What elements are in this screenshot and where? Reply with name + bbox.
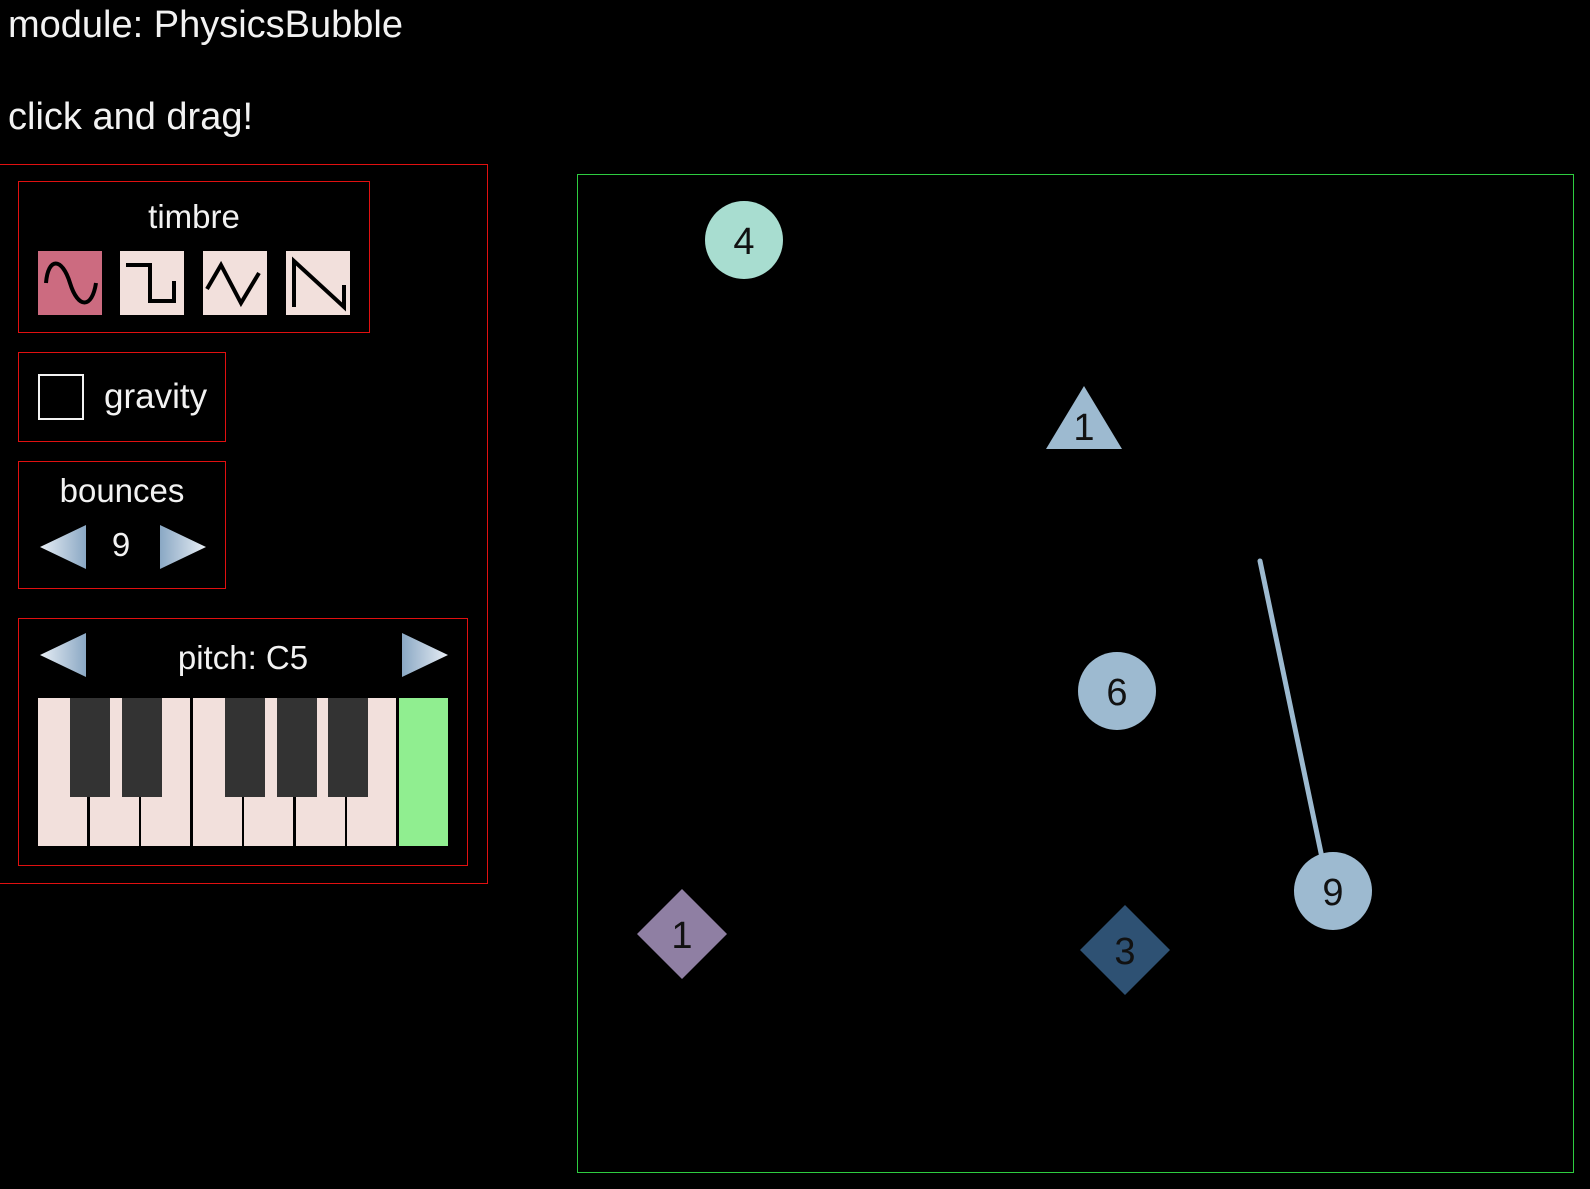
instruction-hint: click and drag! <box>8 96 254 138</box>
pitch-increment-button[interactable] <box>400 631 450 679</box>
piano-black-key[interactable] <box>225 698 265 797</box>
pitch-selector: pitch: C5 <box>18 618 468 866</box>
timbre-selector: timbre <box>18 181 370 333</box>
bubble-label: 1 <box>671 915 692 957</box>
arrow-right-icon <box>402 633 448 677</box>
piano-black-key[interactable] <box>122 698 162 797</box>
piano-white-key-active[interactable] <box>399 698 448 846</box>
pitch-label: pitch: C5 <box>177 639 309 676</box>
gravity-checkbox[interactable] <box>38 374 84 420</box>
piano-black-key[interactable] <box>328 698 368 797</box>
arrow-right-icon <box>160 525 206 569</box>
physics-arena[interactable]: 4 1 6 9 1 3 <box>577 174 1574 1173</box>
bubble-label: 4 <box>733 221 754 263</box>
bounces-decrement-button[interactable] <box>38 523 88 571</box>
bubble-label: 6 <box>1106 672 1127 714</box>
bubble-triangle[interactable]: 1 <box>1046 386 1122 449</box>
bounces-stepper: bounces 9 <box>18 461 226 589</box>
sine-wave-button[interactable] <box>38 251 102 315</box>
bubble-label: 3 <box>1114 931 1135 973</box>
piano-black-key[interactable] <box>277 698 317 797</box>
bubble-diamond[interactable]: 3 <box>1080 905 1170 995</box>
physics-bubble-module: module: PhysicsBubble click and drag! ti… <box>0 0 1590 1189</box>
bubble-circle[interactable]: 4 <box>705 201 783 279</box>
sawtooth-wave-button[interactable] <box>286 251 350 315</box>
square-wave-icon <box>126 263 176 303</box>
sine-wave-icon <box>44 261 98 305</box>
bubble-circle[interactable]: 6 <box>1078 652 1156 730</box>
triangle-wave-button[interactable] <box>203 251 267 315</box>
triangle-wave-icon <box>205 260 261 308</box>
bounces-increment-button[interactable] <box>158 523 208 571</box>
bubble-diamond[interactable]: 1 <box>637 889 727 979</box>
bubble-tether-line <box>1257 558 1328 875</box>
gravity-label: gravity <box>104 377 208 416</box>
arrow-left-icon <box>40 525 86 569</box>
piano-black-key[interactable] <box>70 698 110 797</box>
timbre-label: timbre <box>148 198 240 235</box>
control-panel: timbre gravity bounces 9 pitch: C5 <box>0 164 488 884</box>
physics-arena-canvas: 4 1 6 9 1 3 <box>637 201 1372 995</box>
bounces-value: 9 <box>111 526 131 563</box>
piano-keyboard <box>38 698 448 846</box>
gravity-toggle: gravity <box>18 352 226 442</box>
bounces-label: bounces <box>59 472 185 509</box>
bubble-circle-tethered[interactable]: 9 <box>1294 852 1372 930</box>
module-title: module: PhysicsBubble <box>8 4 403 46</box>
bubble-label: 9 <box>1322 872 1343 914</box>
sawtooth-wave-icon <box>292 256 346 312</box>
square-wave-button[interactable] <box>120 251 184 315</box>
bubble-label: 1 <box>1073 407 1094 449</box>
